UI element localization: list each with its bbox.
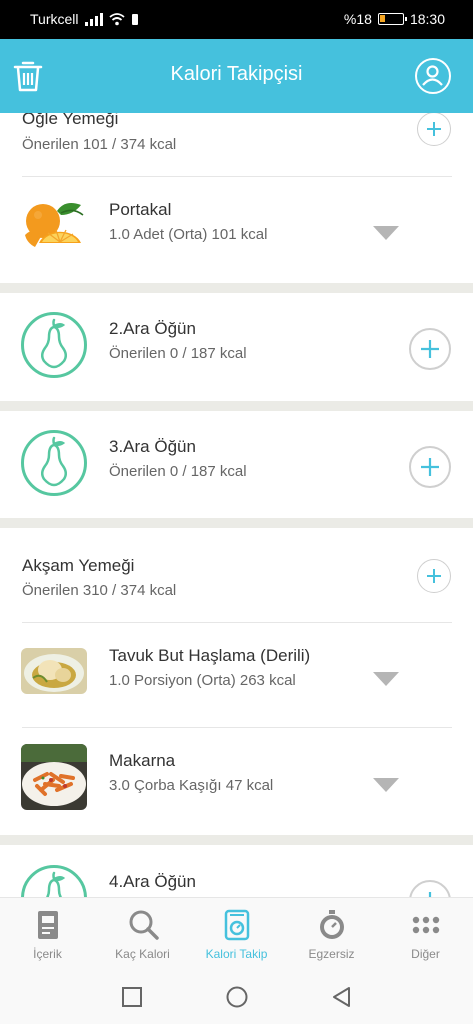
meal-title-lunch: Öğle Yemeği [22, 113, 119, 128]
battery-icon [377, 13, 407, 25]
signal-icon [84, 12, 103, 26]
section-separator [0, 283, 473, 293]
divider [22, 727, 452, 728]
section-separator [0, 518, 473, 528]
add-food-button-snack3[interactable] [409, 446, 451, 488]
nav-label: Diğer [411, 947, 440, 961]
system-nav [0, 969, 473, 1024]
circle-icon[interactable] [225, 985, 249, 1009]
wifi-icon [108, 12, 125, 25]
food-detail-chicken: 1.0 Porsiyon (Orta) 263 kcal [109, 672, 296, 689]
plus-icon [427, 122, 441, 136]
meal-title-snack3: 3.Ara Öğün [109, 437, 196, 456]
meal-subtitle-lunch: Önerilen 101 / 374 kcal [22, 136, 177, 153]
nav-label: Kaç Kalori [115, 947, 170, 961]
section-separator [0, 835, 473, 845]
scale-icon [224, 909, 249, 941]
food-image-chicken [21, 648, 87, 694]
pear-icon [21, 312, 87, 378]
chevron-down-icon[interactable] [373, 778, 399, 792]
add-food-button-lunch[interactable] [417, 113, 451, 146]
nav-label: İçerik [33, 947, 62, 961]
nav-label: Kalori Takip [205, 947, 268, 961]
meal-subtitle-snack2: Önerilen 0 / 187 kcal [109, 345, 247, 362]
divider [22, 176, 452, 177]
plus-icon [427, 569, 441, 583]
nav-item-kac-kalori[interactable]: Kaç Kalori [95, 898, 190, 970]
chevron-down-icon[interactable] [373, 226, 399, 240]
battery-percent: %18 [343, 11, 372, 27]
more-dots-icon [412, 916, 439, 934]
section-separator [0, 401, 473, 411]
app-header: Kalori Takipçisi [0, 39, 473, 113]
add-food-button-snack4[interactable] [409, 880, 451, 897]
food-image-pasta [21, 744, 87, 810]
food-detail-pasta: 3.0 Çorba Kaşığı 47 kcal [109, 777, 274, 794]
food-name-pasta[interactable]: Makarna [109, 751, 175, 771]
plus-icon [421, 458, 439, 476]
bottom-nav: İçerik Kaç Kalori Kalori Takip Egzersiz [0, 897, 473, 969]
meal-subtitle-snack3: Önerilen 0 / 187 kcal [109, 463, 247, 480]
pear-icon [21, 430, 87, 496]
pear-icon [21, 865, 87, 897]
chevron-down-icon[interactable] [373, 672, 399, 686]
food-image-orange [21, 191, 87, 257]
nav-item-egzersiz[interactable]: Egzersiz [284, 898, 379, 970]
plus-icon [421, 340, 439, 358]
meal-list[interactable]: Öğle Yemeği Önerilen 101 / 374 kcal Port… [0, 113, 473, 897]
stopwatch-icon [319, 910, 344, 939]
status-left: Turkcell [30, 11, 139, 27]
nav-label: Egzersiz [308, 947, 355, 961]
food-name-chicken[interactable]: Tavuk But Haşlama (Derili) [109, 646, 310, 666]
book-icon [37, 911, 58, 939]
meal-title-snack2: 2.Ara Öğün [109, 319, 196, 338]
carrier-name: Turkcell [30, 11, 79, 27]
vibrate-icon [131, 13, 138, 25]
clock: 18:30 [409, 11, 445, 27]
nav-item-kalori-takip[interactable]: Kalori Takip [189, 898, 284, 970]
user-icon[interactable] [415, 58, 451, 94]
add-food-button-dinner[interactable] [417, 559, 451, 593]
status-bar: Turkcell %18 18:30 [0, 0, 473, 39]
nav-item-diger[interactable]: Diğer [378, 898, 473, 970]
status-right: %18 18:30 [344, 11, 445, 27]
divider [22, 622, 452, 623]
food-detail-orange: 1.0 Adet (Orta) 101 kcal [109, 226, 268, 243]
meal-subtitle-dinner: Önerilen 310 / 374 kcal [22, 582, 177, 599]
nav-item-icerik[interactable]: İçerik [0, 898, 95, 970]
meal-title-snack4: 4.Ara Öğün [109, 872, 196, 891]
page-title: Kalori Takipçisi [170, 63, 303, 85]
triangle-back-icon[interactable] [330, 985, 354, 1009]
meal-title-dinner: Akşam Yemeği [22, 556, 135, 575]
square-icon[interactable] [120, 985, 144, 1009]
search-icon [129, 910, 159, 940]
food-name-orange[interactable]: Portakal [109, 200, 171, 220]
add-food-button-snack2[interactable] [409, 328, 451, 370]
